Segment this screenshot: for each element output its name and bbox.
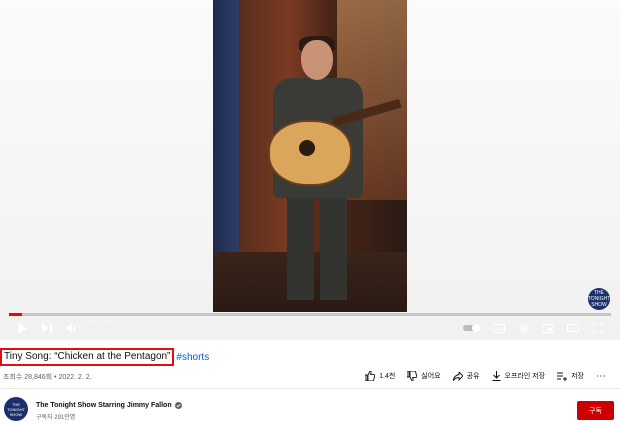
avatar-text: THE TONIGHT SHOW [7,401,25,417]
channel-watermark[interactable]: THE TONIGHT SHOW [588,288,610,310]
thumbs-up-icon [365,371,376,381]
watermark-text: THE TONIGHT SHOW [587,290,611,308]
thumbs-down-icon [407,371,418,381]
like-count: 1.4천 [379,373,396,380]
subtitles-button[interactable] [491,318,507,338]
video-title-row: Tiny Song: “Chicken at the Pentagon” #sh… [0,348,209,366]
channel-avatar[interactable]: THE TONIGHT SHOW [4,397,28,421]
channel-name[interactable]: The Tonight Show Starring Jimmy Fallon [36,402,172,409]
settings-button[interactable] [515,318,531,338]
guitar-soundhole [299,140,315,156]
autoplay-toggle-icon [463,324,480,332]
playlist-add-icon [557,372,568,381]
miniplayer-icon [542,323,554,333]
subscribe-button[interactable]: 구독 [577,401,614,420]
share-button[interactable]: 공유 [447,367,486,385]
fullscreen-button[interactable] [590,318,606,338]
performer-head [301,40,333,80]
next-button[interactable] [39,318,55,338]
section-divider [0,388,620,389]
more-icon: ⋯ [596,370,606,382]
video-meta: 조회수 28,846회 • 2022. 2. 2. [3,374,92,381]
time-display: 0:01 / 0:45 [86,323,120,330]
offline-save-label: 오프라인 저장 [504,373,546,380]
channel-name-row: The Tonight Show Starring Jimmy Fallon [36,402,182,409]
volume-icon [66,323,76,333]
miniplayer-button[interactable] [540,318,556,338]
player-controls: 0:01 / 0:45 [0,316,620,340]
settings-icon [518,323,528,333]
share-label: 공유 [466,373,480,380]
subtitles-icon [493,323,505,333]
download-icon [492,371,501,381]
performer-legs [287,190,347,300]
dislike-button[interactable]: 싫어요 [401,367,446,385]
offline-save-button[interactable]: 오프라인 저장 [486,367,552,385]
check-circle-icon [174,402,182,409]
video-frame[interactable] [213,0,407,312]
fullscreen-icon [593,323,603,333]
dislike-label: 싫어요 [421,373,441,380]
save-label: 저장 [571,373,584,380]
theater-button[interactable] [565,318,581,338]
video-actions: 1.4천 싫어요 공유 오프라인 저장 저장 ⋯ [359,367,612,385]
hashtag-link[interactable]: #shorts [176,352,209,363]
save-button[interactable]: 저장 [551,367,590,385]
autoplay-toggle[interactable] [462,318,482,338]
share-icon [452,371,463,381]
volume-button[interactable] [64,318,80,338]
like-button[interactable]: 1.4천 [359,367,401,385]
play-button[interactable] [14,318,30,338]
play-icon [18,322,27,334]
theater-icon [567,324,579,332]
subscriber-count: 구독자 291만명 [36,415,76,421]
more-actions-button[interactable]: ⋯ [590,367,612,385]
next-icon [42,323,52,333]
video-title: Tiny Song: “Chicken at the Pentagon” [0,348,175,366]
video-player[interactable]: THE TONIGHT SHOW 0:01 / 0:45 [0,0,620,340]
